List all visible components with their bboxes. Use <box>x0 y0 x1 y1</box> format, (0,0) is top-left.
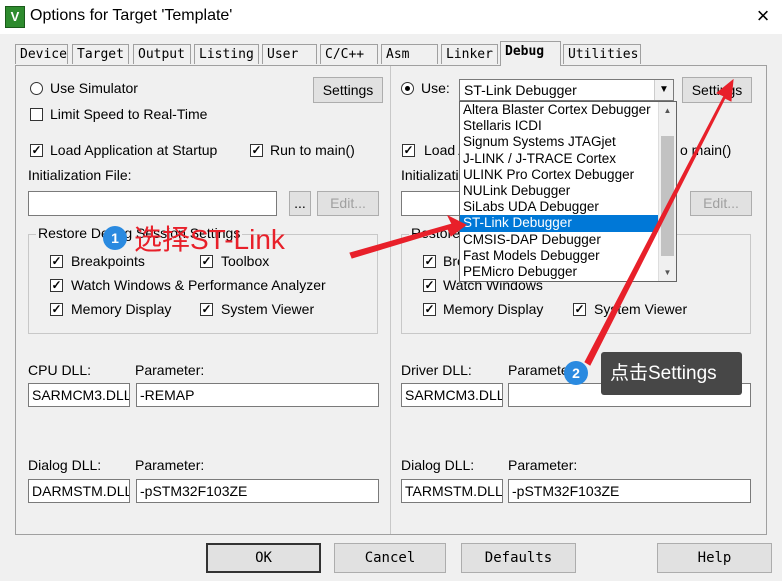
debugger-select[interactable]: ST-Link Debugger ▼ <box>459 79 674 101</box>
right-init-file-label: Initializatio <box>401 167 467 183</box>
driver-dll-input[interactable]: SARMCM3.DLL <box>401 383 503 407</box>
tab-user[interactable]: User <box>262 44 317 64</box>
step-2-caption: 点击Settings <box>610 363 717 384</box>
help-button[interactable]: Help <box>657 543 772 573</box>
cancel-button[interactable]: Cancel <box>334 543 446 573</box>
use-label: Use: <box>421 80 450 96</box>
tab-linker[interactable]: Linker <box>441 44 498 64</box>
right-dialog-param-input[interactable]: -pSTM32F103ZE <box>508 479 751 503</box>
debugger-select-value: ST-Link Debugger <box>464 82 577 98</box>
memory-display-checkbox[interactable]: ✓ <box>50 303 63 316</box>
dropdown-item[interactable]: PEMicro Debugger <box>460 264 676 280</box>
step-1-caption: 选择ST-Link <box>134 224 285 255</box>
chevron-down-icon[interactable]: ▼ <box>654 80 673 100</box>
watch-windows-label: Watch Windows & Performance Analyzer <box>71 277 326 293</box>
tab-utilities[interactable]: Utilities <box>563 44 641 64</box>
tab-listing[interactable]: Listing <box>194 44 259 64</box>
debugger-settings-button[interactable]: Settings <box>682 77 752 103</box>
init-file-browse-button[interactable]: ... <box>289 191 311 216</box>
close-icon[interactable]: × <box>748 2 778 30</box>
dropdown-item[interactable]: Signum Systems JTAGjet <box>460 134 676 150</box>
debugger-dropdown-list: Altera Blaster Cortex Debugger Stellaris… <box>459 101 677 282</box>
dialog-param-label: Parameter: <box>135 457 205 473</box>
dialog-dll-label: Dialog DLL: <box>28 457 102 473</box>
right-load-app-checkbox[interactable]: ✓ <box>402 144 415 157</box>
tab-c-cpp[interactable]: C/C++ <box>320 44 378 64</box>
right-init-file-input[interactable] <box>401 191 461 216</box>
dropdown-item[interactable]: CMSIS-DAP Debugger <box>460 232 676 248</box>
system-viewer-label: System Viewer <box>221 301 315 317</box>
right-dialog-param-label: Parameter: <box>508 457 578 473</box>
init-file-edit-button[interactable]: Edit... <box>317 191 379 216</box>
tab-asm[interactable]: Asm <box>381 44 438 64</box>
tab-output[interactable]: Output <box>133 44 191 64</box>
dialog-param-input[interactable]: -pSTM32F103ZE <box>136 479 379 503</box>
watch-windows-checkbox[interactable]: ✓ <box>50 279 63 292</box>
dropdown-item[interactable]: ULINK Pro Cortex Debugger <box>460 167 676 183</box>
load-app-checkbox[interactable]: ✓ <box>30 144 43 157</box>
scroll-down-icon[interactable]: ▼ <box>659 264 676 281</box>
run-to-main-checkbox[interactable]: ✓ <box>250 144 263 157</box>
dropdown-item-selected[interactable]: ST-Link Debugger <box>460 215 676 232</box>
right-watch-windows-checkbox[interactable]: ✓ <box>423 279 436 292</box>
dropdown-item[interactable]: J-LINK / J-TRACE Cortex <box>460 151 676 167</box>
scrollbar-thumb[interactable] <box>661 136 674 256</box>
options-dialog: V Options for Target 'Template' × Device… <box>0 0 782 581</box>
use-simulator-label: Use Simulator <box>50 80 138 96</box>
right-memory-display-label: Memory Display <box>443 301 544 317</box>
step-2-badge: 2 <box>564 361 588 385</box>
right-init-file-edit-button[interactable]: Edit... <box>690 191 752 216</box>
step-2-caption-box: 点击Settings <box>601 352 742 395</box>
tab-device[interactable]: Device <box>15 44 68 64</box>
dropdown-item[interactable]: Stellaris ICDI <box>460 118 676 134</box>
dialog-dll-input[interactable]: DARMSTM.DLL <box>28 479 130 503</box>
memory-display-label: Memory Display <box>71 301 172 317</box>
cpu-param-input[interactable]: -REMAP <box>136 383 379 407</box>
right-dialog-dll-input[interactable]: TARMSTM.DLL <box>401 479 503 503</box>
right-system-viewer-checkbox[interactable]: ✓ <box>573 303 586 316</box>
right-memory-display-checkbox[interactable]: ✓ <box>423 303 436 316</box>
tab-debug[interactable]: Debug <box>500 41 561 66</box>
right-breakpoints-checkbox[interactable]: ✓ <box>423 255 436 268</box>
ok-button[interactable]: OK <box>206 543 321 573</box>
cpu-param-label: Parameter: <box>135 362 205 378</box>
use-debugger-radio[interactable] <box>401 82 414 95</box>
defaults-button[interactable]: Defaults <box>461 543 576 573</box>
right-dialog-dll-label: Dialog DLL: <box>401 457 475 473</box>
use-simulator-radio[interactable] <box>30 82 43 95</box>
driver-dll-label: Driver DLL: <box>401 362 472 378</box>
keil-app-icon: V <box>5 6 25 28</box>
dropdown-scrollbar[interactable]: ▲ ▼ <box>658 102 676 281</box>
dropdown-item[interactable]: Altera Blaster Cortex Debugger <box>460 102 676 118</box>
dropdown-item[interactable]: Fast Models Debugger <box>460 248 676 264</box>
window-title: Options for Target 'Template' <box>30 7 233 24</box>
limit-speed-label: Limit Speed to Real-Time <box>50 106 208 122</box>
panel-divider <box>390 66 391 534</box>
dropdown-item[interactable]: SiLabs UDA Debugger <box>460 199 676 215</box>
right-restore-group-label: Restore <box>409 225 463 241</box>
cpu-dll-input[interactable]: SARMCM3.DLL <box>28 383 130 407</box>
init-file-label: Initialization File: <box>28 167 132 183</box>
limit-speed-checkbox[interactable] <box>30 108 43 121</box>
simulator-settings-button[interactable]: Settings <box>313 77 383 103</box>
cpu-dll-label: CPU DLL: <box>28 362 92 378</box>
init-file-input[interactable] <box>28 191 277 216</box>
dropdown-item[interactable]: NULink Debugger <box>460 183 676 199</box>
right-system-viewer-label: System Viewer <box>594 301 688 317</box>
load-app-label: Load Application at Startup <box>50 142 218 158</box>
title-bar: V Options for Target 'Template' × <box>0 0 782 34</box>
right-run-to-main-label: o main() <box>680 142 732 158</box>
run-to-main-label: Run to main() <box>270 142 355 158</box>
breakpoints-checkbox[interactable]: ✓ <box>50 255 63 268</box>
scroll-up-icon[interactable]: ▲ <box>659 102 676 119</box>
tab-target[interactable]: Target <box>72 44 129 64</box>
step-1-badge: 1 <box>103 226 127 250</box>
system-viewer-checkbox[interactable]: ✓ <box>200 303 213 316</box>
